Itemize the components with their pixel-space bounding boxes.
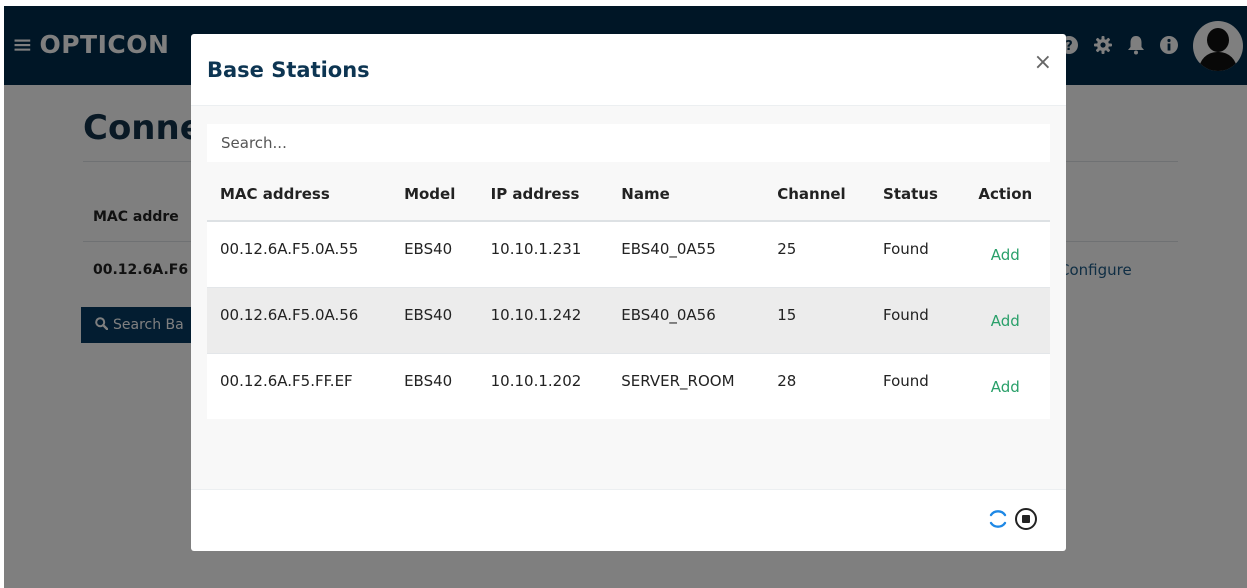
column-header-ip: IP address (477, 168, 609, 222)
cell-model: EBS40 (391, 286, 478, 353)
table-header-row: MAC address Model IP address Name Channe… (207, 168, 1050, 222)
search-input[interactable] (207, 124, 1050, 162)
cell-mac: 00.12.6A.F5.FF.EF (207, 352, 392, 419)
cell-name: SERVER_ROOM (608, 352, 765, 419)
modal-title: Base Stations (207, 58, 370, 82)
stop-icon[interactable] (1015, 508, 1037, 530)
cell-mac: 00.12.6A.F5.0A.56 (207, 286, 392, 353)
column-header-action: Action (960, 168, 1050, 222)
cell-status: Found (870, 220, 961, 287)
modal-header: Base Stations × (191, 34, 1066, 106)
cell-status: Found (870, 352, 961, 419)
stop-square (1022, 515, 1030, 523)
cell-channel: 25 (764, 220, 871, 287)
cell-ip: 10.10.1.202 (477, 352, 609, 419)
table-row: 00.12.6A.F5.0A.56 EBS40 10.10.1.242 EBS4… (207, 286, 1050, 353)
cell-model: EBS40 (391, 220, 478, 287)
cell-channel: 28 (764, 352, 871, 419)
table-row: 00.12.6A.F5.FF.EF EBS40 10.10.1.202 SERV… (207, 352, 1050, 419)
column-header-status: Status (870, 168, 961, 222)
cell-ip: 10.10.1.242 (477, 286, 609, 353)
cell-action: Add (960, 352, 1050, 419)
loading-spinner-icon (989, 510, 1007, 528)
cell-action: Add (960, 286, 1050, 353)
column-header-mac: MAC address (207, 168, 392, 222)
column-header-name: Name (608, 168, 765, 222)
cell-action: Add (960, 220, 1050, 287)
cell-channel: 15 (764, 286, 871, 353)
cell-name: EBS40_0A55 (608, 220, 765, 287)
cell-model: EBS40 (391, 352, 478, 419)
cell-mac: 00.12.6A.F5.0A.55 (207, 220, 392, 287)
modal-footer (191, 489, 1066, 552)
add-button[interactable]: Add (991, 246, 1020, 264)
close-icon[interactable]: × (1034, 52, 1052, 74)
column-header-model: Model (391, 168, 478, 222)
table-row: 00.12.6A.F5.0A.55 EBS40 10.10.1.231 EBS4… (207, 220, 1050, 287)
add-button[interactable]: Add (991, 378, 1020, 396)
screen: ≡OPTICON ? Conne MAC addre 00.12.6A.F6 C… (4, 6, 1247, 588)
base-stations-table: MAC address Model IP address Name Channe… (207, 168, 1050, 419)
modal-body: MAC address Model IP address Name Channe… (191, 106, 1066, 489)
base-stations-modal: Base Stations × MAC address Model IP add… (191, 34, 1066, 551)
cell-name: EBS40_0A56 (608, 286, 765, 353)
add-button[interactable]: Add (991, 312, 1020, 330)
cell-status: Found (870, 286, 961, 353)
column-header-channel: Channel (764, 168, 871, 222)
cell-ip: 10.10.1.231 (477, 220, 609, 287)
